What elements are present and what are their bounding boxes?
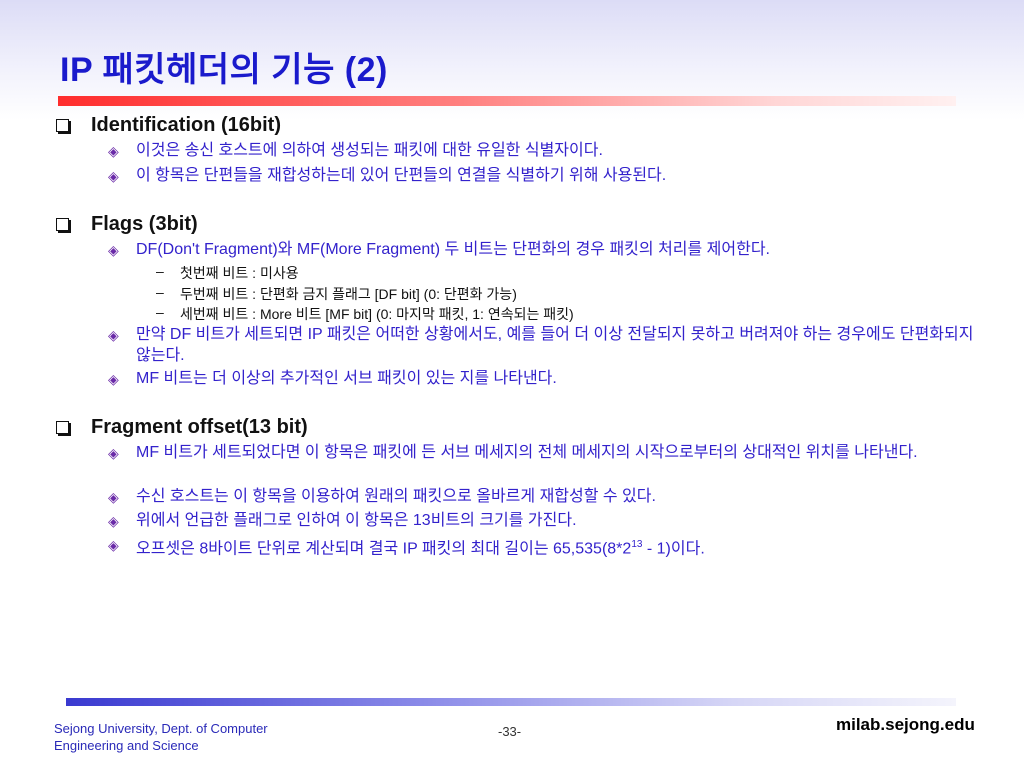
section-heading-flags: Flags (3bit) <box>56 213 198 236</box>
bullet-text: 오프셋은 8바이트 단위로 계산되며 결국 IP 패킷의 최대 길이는 65,5… <box>136 534 988 559</box>
bullet-item: ◈ 만약 DF 비트가 세트되면 IP 패킷은 어떠한 상황에서도, 예를 들어… <box>108 324 988 366</box>
diamond-icon: ◈ <box>108 371 119 387</box>
diamond-icon: ◈ <box>108 327 119 343</box>
section-heading-text: Fragment offset(13 bit) <box>91 416 308 438</box>
bullet-item: ◈ 이것은 송신 호스트에 의하여 생성되는 패킷에 대한 유일한 식별자이다. <box>108 140 988 162</box>
diamond-icon: ◈ <box>108 143 119 159</box>
section-heading-text: Identification (16bit) <box>91 114 281 136</box>
bullet-text: 이 항목은 단편들을 재합성하는데 있어 단편들의 연결을 식별하기 위해 사용… <box>136 167 667 184</box>
bullet-text-part: - 1)이다. <box>642 540 705 558</box>
bullet-item: ◈ 수신 호스트는 이 항목을 이용하여 원래의 패킷으로 올바르게 재합성할 … <box>108 486 988 508</box>
bullet-item: ◈ MF 비트는 더 이상의 추가적인 서브 패킷이 있는 지를 나타낸다. <box>108 368 988 390</box>
page-number: -33- <box>498 724 522 739</box>
dash-item: – 첫번째 비트 : 미사용 <box>156 263 299 283</box>
bullet-item: ◈ 오프셋은 8바이트 단위로 계산되며 결국 IP 패킷의 최대 길이는 65… <box>108 534 988 559</box>
dash-icon: – <box>156 284 164 300</box>
dash-text: 세번째 비트 : More 비트 [MF bit] (0: 마지막 패킷, 1:… <box>180 306 574 322</box>
diamond-icon: ◈ <box>108 242 119 258</box>
dash-icon: – <box>156 304 164 320</box>
diamond-icon: ◈ <box>108 537 119 553</box>
bullet-text: DF(Don't Fragment)와 MF(More Fragment) 두 … <box>136 241 771 258</box>
slide-title: IP 패킷헤더의 기능 (2) <box>60 51 388 89</box>
bullet-item: ◈ 이 항목은 단편들을 재합성하는데 있어 단편들의 연결을 식별하기 위해 … <box>108 165 988 187</box>
bullet-text: 위에서 언급한 플래그로 인하여 이 항목은 13비트의 크기를 가진다. <box>136 512 577 529</box>
bullet-item: ◈ 위에서 언급한 플래그로 인하여 이 항목은 13비트의 크기를 가진다. <box>108 510 988 532</box>
footer-website: milab.sejong.edu <box>836 715 975 734</box>
footer-institution-line1: Sejong University, Dept. of Computer <box>54 721 268 736</box>
superscript-exponent: 13 <box>631 539 643 550</box>
bullet-text: 수신 호스트는 이 항목을 이용하여 원래의 패킷으로 올바르게 재합성할 수 … <box>136 488 656 505</box>
section-heading-identification: Identification (16bit) <box>56 114 281 137</box>
dash-text: 첫번째 비트 : 미사용 <box>180 265 299 281</box>
diamond-icon: ◈ <box>108 445 119 461</box>
dash-icon: – <box>156 263 164 279</box>
section-heading-text: Flags (3bit) <box>91 213 198 235</box>
section-heading-fragment-offset: Fragment offset(13 bit) <box>56 416 308 439</box>
checkbox-square-icon <box>56 421 69 434</box>
diamond-icon: ◈ <box>108 168 119 184</box>
footer-bar <box>66 698 956 706</box>
checkbox-square-icon <box>56 119 69 132</box>
bullet-text: MF 비트는 더 이상의 추가적인 서브 패킷이 있는 지를 나타낸다. <box>136 370 557 387</box>
checkbox-square-icon <box>56 218 69 231</box>
bullet-item: ◈ MF 비트가 세트되었다면 이 항목은 패킷에 든 서브 메세지의 전체 메… <box>108 442 988 464</box>
dash-item: – 세번째 비트 : More 비트 [MF bit] (0: 마지막 패킷, … <box>156 304 574 324</box>
bullet-text: MF 비트가 세트되었다면 이 항목은 패킷에 든 서브 메세지의 전체 메세지… <box>136 444 918 461</box>
diamond-icon: ◈ <box>108 489 119 505</box>
bullet-item: ◈ DF(Don't Fragment)와 MF(More Fragment) … <box>108 239 988 261</box>
footer-institution: Sejong University, Dept. of Computer Eng… <box>54 720 334 754</box>
bullet-text-part: 오프셋은 8바이트 단위로 계산되며 결국 IP 패킷의 최대 길이는 65,5… <box>136 540 632 558</box>
bullet-text: 만약 DF 비트가 세트되면 IP 패킷은 어떠한 상황에서도, 예를 들어 더… <box>136 326 974 364</box>
dash-item: – 두번째 비트 : 단편화 금지 플래그 [DF bit] (0: 단편화 가… <box>156 284 517 304</box>
footer-institution-line2: Engineering and Science <box>54 738 199 753</box>
dash-text: 두번째 비트 : 단편화 금지 플래그 [DF bit] (0: 단편화 가능) <box>180 286 517 302</box>
title-underline-bar <box>58 96 956 106</box>
diamond-icon: ◈ <box>108 513 119 529</box>
bullet-text: 이것은 송신 호스트에 의하여 생성되는 패킷에 대한 유일한 식별자이다. <box>136 142 603 159</box>
